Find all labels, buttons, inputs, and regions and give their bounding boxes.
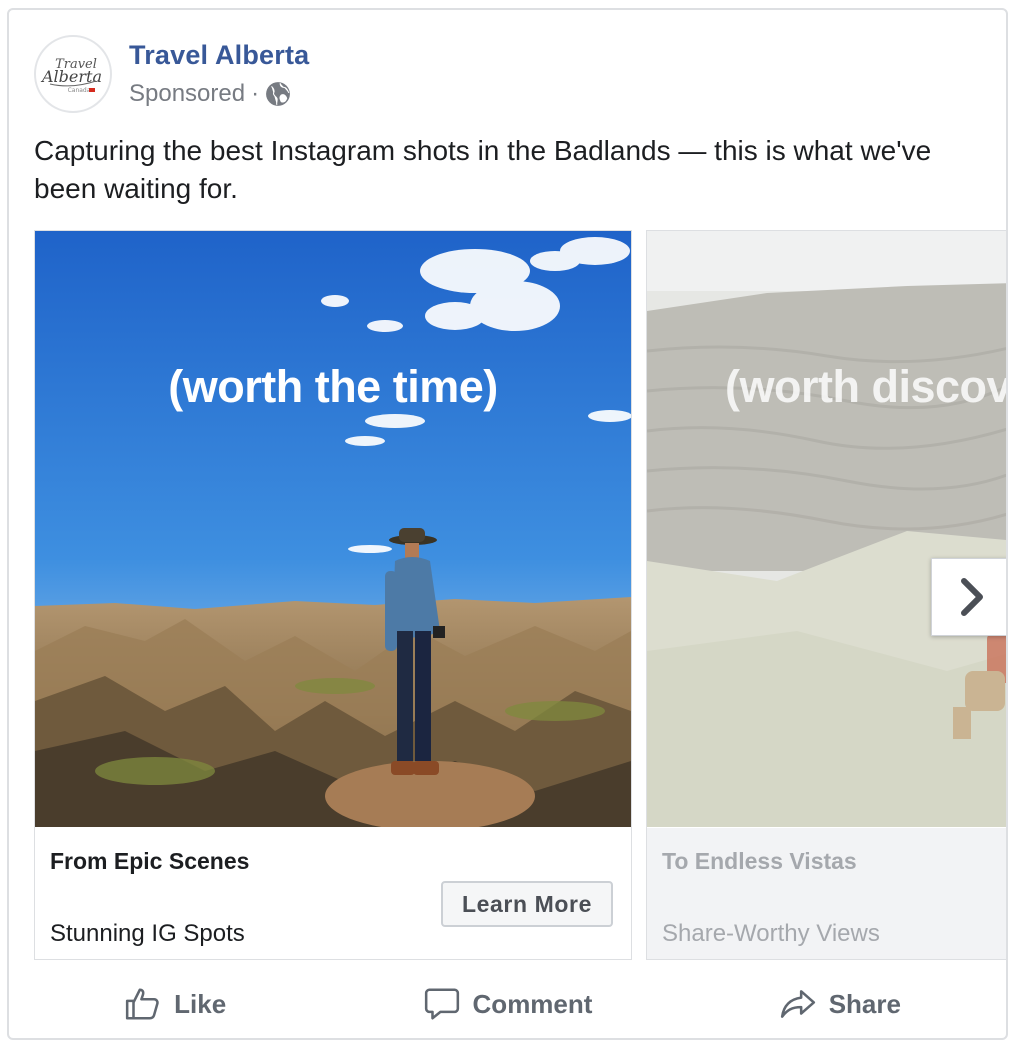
share-label: Share bbox=[828, 988, 901, 1019]
page-avatar[interactable]: Travel Alberta Canada bbox=[34, 35, 112, 113]
sponsored-label[interactable]: Sponsored bbox=[129, 80, 245, 108]
comment-label: Comment bbox=[472, 988, 593, 1019]
learn-more-button[interactable]: Learn More bbox=[441, 881, 613, 927]
post-caption: Capturing the best Instagram shots in th… bbox=[34, 135, 932, 204]
chevron-right-icon bbox=[961, 578, 983, 616]
like-button[interactable]: Like bbox=[9, 970, 341, 1038]
card-image-badlands-vista[interactable]: (worth discov bbox=[647, 231, 1008, 827]
badlands-vista-photo bbox=[647, 231, 1006, 827]
card-subtitle[interactable]: Share-Worthy Views bbox=[662, 920, 880, 948]
meta-separator: · bbox=[251, 80, 260, 107]
badlands-photo bbox=[35, 231, 631, 827]
card-overlay-text: (worth the time) bbox=[168, 361, 498, 412]
card-title[interactable]: To Endless Vistas bbox=[662, 848, 857, 875]
card-footer: To Endless Vistas Share-Worthy Views bbox=[647, 828, 1006, 959]
share-button[interactable]: Share bbox=[674, 970, 1006, 1038]
comment-icon bbox=[424, 988, 459, 1020]
card-title[interactable]: From Epic Scenes bbox=[50, 848, 249, 875]
card-overlay-text: (worth discov bbox=[725, 361, 1008, 412]
carousel-next-button[interactable] bbox=[931, 558, 1006, 636]
svg-text:Canada: Canada bbox=[68, 87, 91, 94]
carousel-card-1[interactable]: (worth the time) From Epic Scenes Stunni… bbox=[34, 230, 632, 960]
card-subtitle[interactable]: Stunning IG Spots bbox=[50, 920, 245, 948]
card-image-badlands-hiker[interactable]: (worth the time) bbox=[35, 231, 631, 827]
post-actions: Like Comment Share bbox=[9, 970, 1006, 1038]
card-footer: From Epic Scenes Stunning IG Spots Learn… bbox=[35, 828, 631, 959]
thumbs-up-icon bbox=[126, 988, 159, 1020]
like-label: Like bbox=[174, 988, 227, 1019]
svg-text:Alberta: Alberta bbox=[40, 67, 102, 86]
globe-icon[interactable] bbox=[265, 81, 291, 107]
travel-alberta-logo: Travel Alberta Canada bbox=[40, 57, 102, 94]
sponsored-post: Travel Alberta Canada Travel Alberta Spo… bbox=[7, 8, 1008, 1040]
share-icon bbox=[780, 990, 815, 1018]
page-name-link[interactable]: Travel Alberta bbox=[129, 40, 309, 71]
post-meta: Sponsored · bbox=[129, 80, 291, 108]
comment-button[interactable]: Comment bbox=[341, 970, 673, 1038]
